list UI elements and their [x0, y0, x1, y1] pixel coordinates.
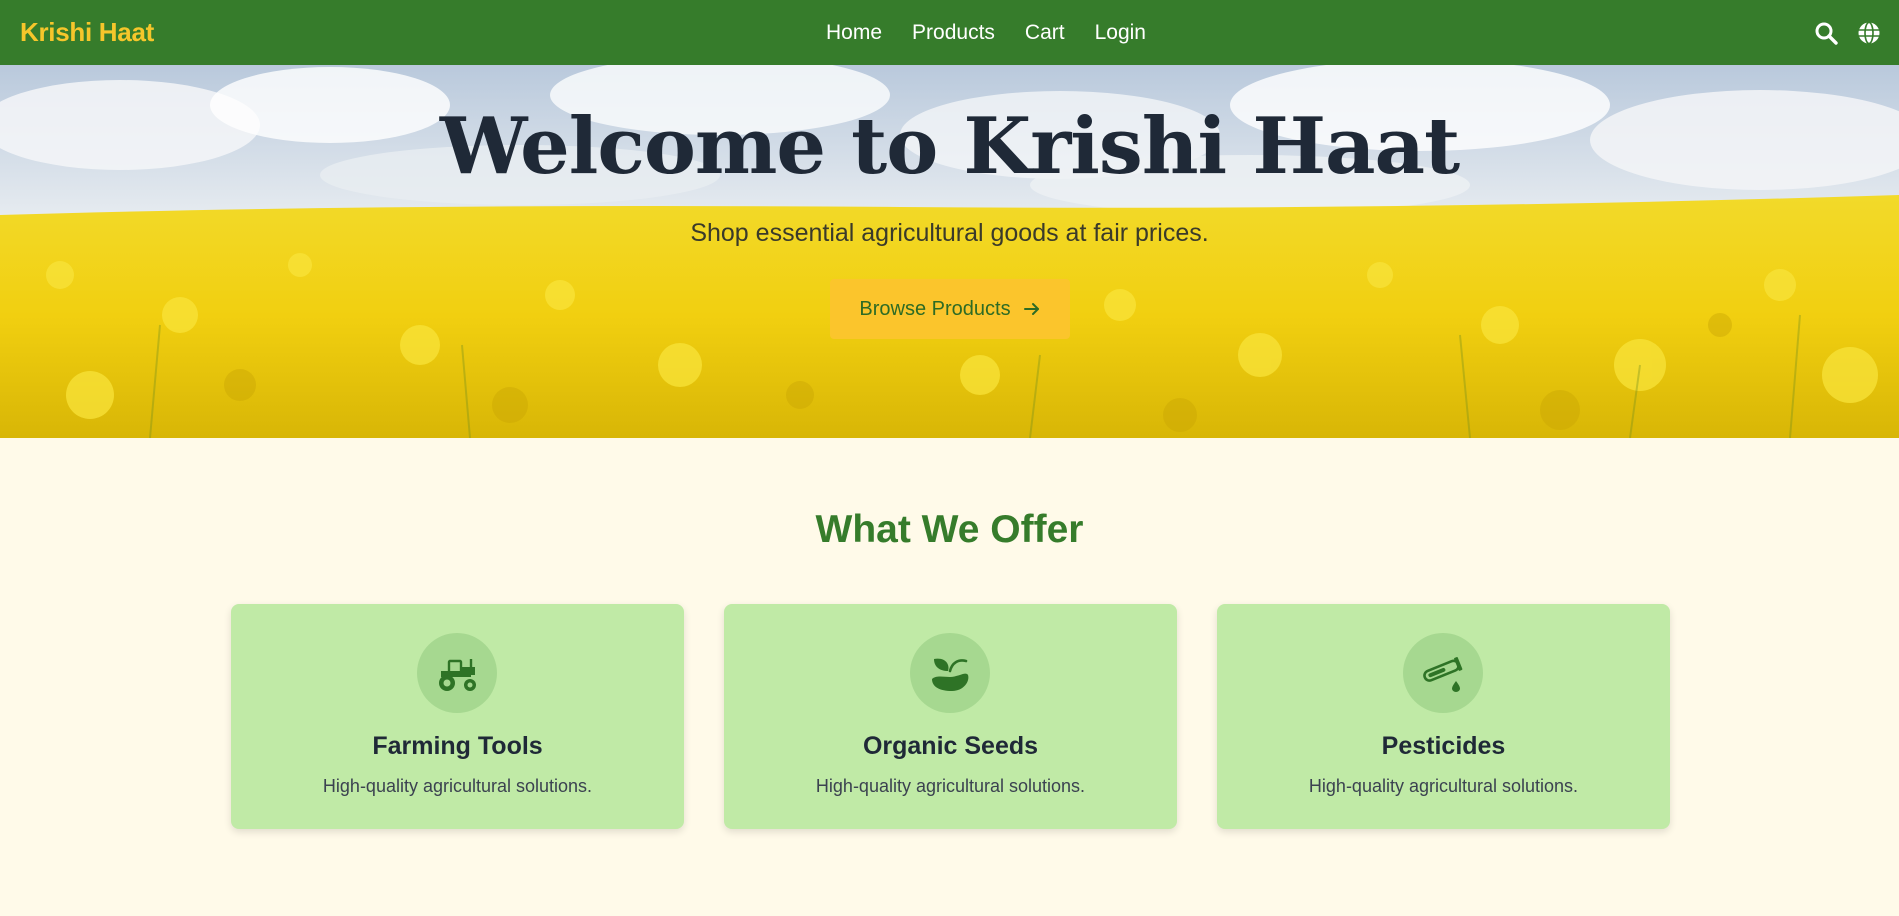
section-title: What We Offer	[815, 508, 1084, 551]
card-title: Pesticides	[1381, 732, 1506, 760]
card-description: High-quality agricultural solutions.	[322, 776, 593, 796]
card-icon-circle	[910, 633, 990, 713]
nav-link-home[interactable]: Home	[826, 21, 882, 45]
hero-title: Welcome to Krishi Haat	[439, 101, 1460, 192]
top-navbar: Krishi Haat Home Products Cart Login	[0, 0, 1899, 65]
seedling-icon	[932, 658, 969, 691]
card-pesticides[interactable]: Pesticides High-quality agricultural sol…	[1217, 604, 1670, 829]
offer-cards: Farming Tools High-quality agricultural …	[231, 604, 1670, 829]
card-description: High-quality agricultural solutions.	[815, 776, 1086, 796]
globe-icon[interactable]	[1857, 21, 1881, 45]
nav-link-login[interactable]: Login	[1095, 21, 1146, 45]
browse-products-button[interactable]: Browse Products	[830, 279, 1070, 339]
card-organic-seeds[interactable]: Organic Seeds High-quality agricultural …	[724, 604, 1177, 829]
arrow-right-icon	[1023, 303, 1039, 315]
card-icon-circle	[1403, 633, 1483, 713]
brand-logo[interactable]: Krishi Haat	[20, 17, 154, 48]
nav-link-products[interactable]: Products	[912, 21, 995, 45]
card-description: High-quality agricultural solutions.	[1308, 776, 1579, 796]
card-title: Farming Tools	[372, 732, 543, 760]
search-icon[interactable]	[1814, 21, 1838, 45]
nav-link-cart[interactable]: Cart	[1025, 21, 1065, 45]
nav-links: Home Products Cart Login	[826, 0, 1146, 65]
hero-subtitle: Shop essential agricultural goods at fai…	[690, 219, 1209, 247]
test-tube-drop-icon	[1423, 656, 1463, 692]
nav-icons	[1814, 0, 1881, 65]
card-title: Organic Seeds	[862, 732, 1039, 760]
card-farming-tools[interactable]: Farming Tools High-quality agricultural …	[231, 604, 684, 829]
tractor-icon	[439, 659, 476, 691]
card-icon-circle	[417, 633, 497, 713]
hero-banner: Welcome to Krishi Haat Shop essential ag…	[0, 65, 1899, 438]
browse-products-label: Browse Products	[859, 297, 1011, 320]
